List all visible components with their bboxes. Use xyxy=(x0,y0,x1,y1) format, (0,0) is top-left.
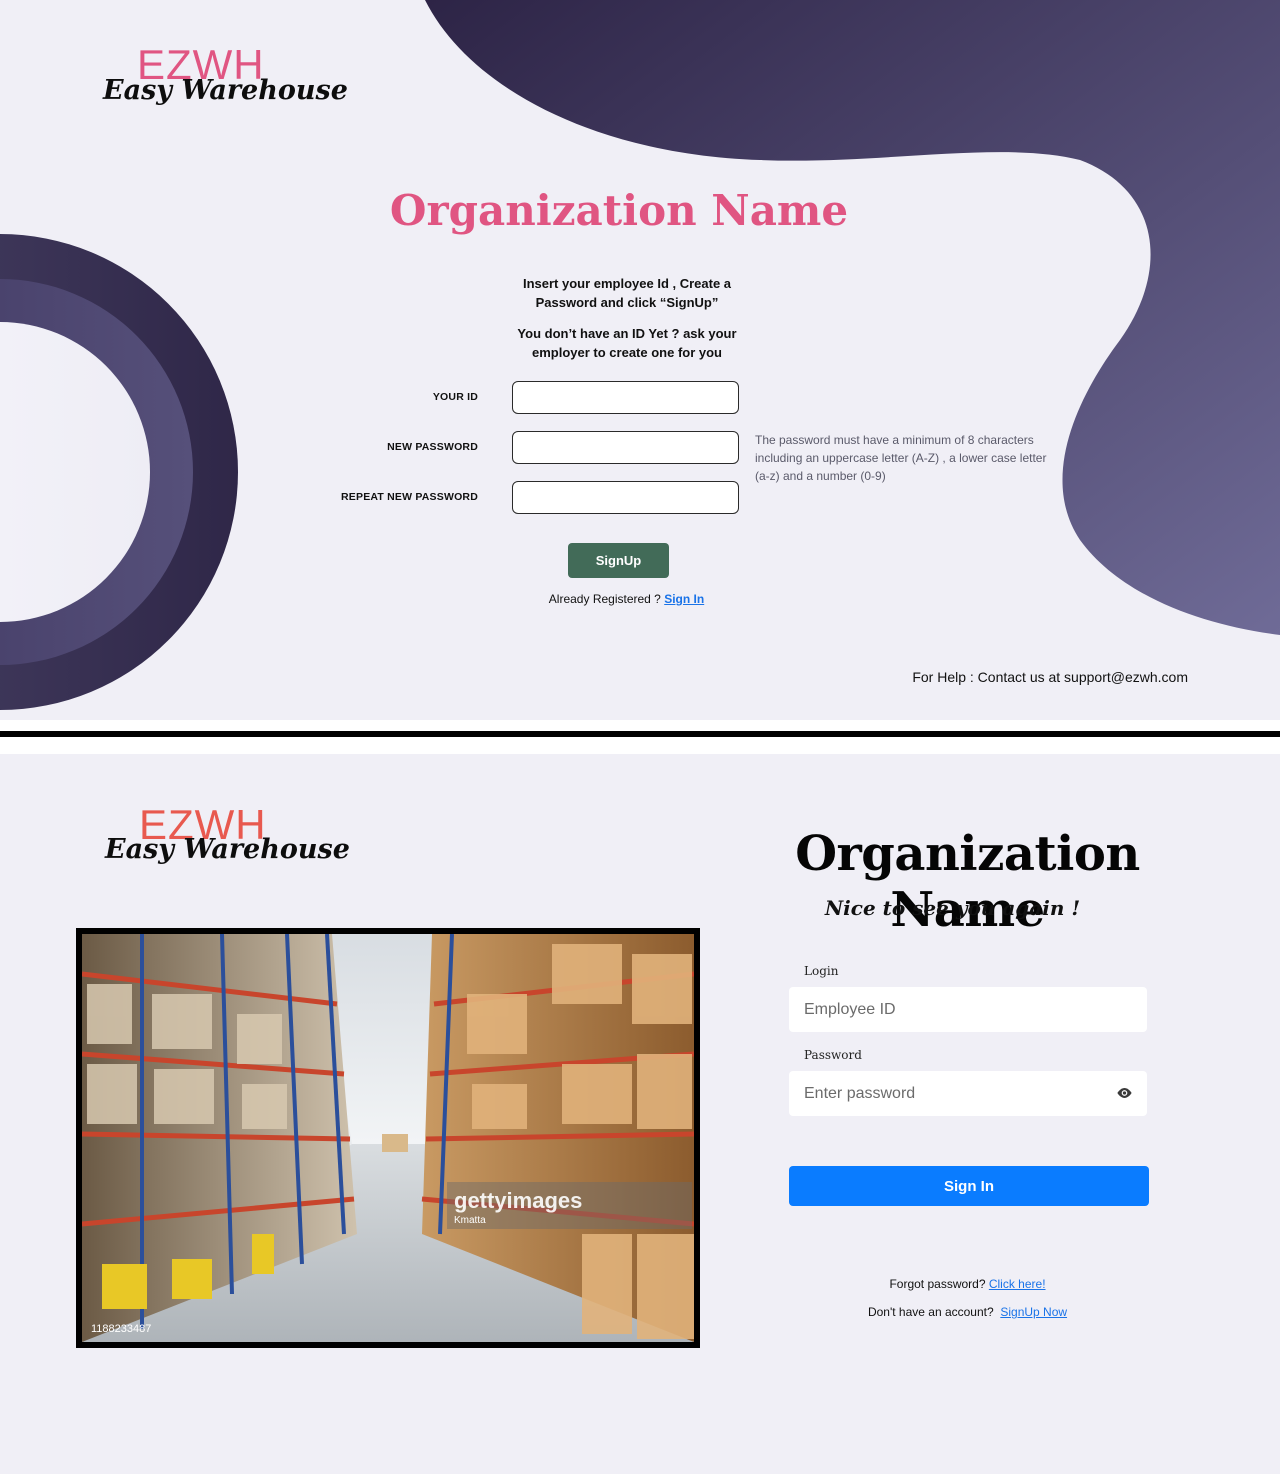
page-title: Organization Name xyxy=(795,826,1140,938)
help-contact: For Help : Contact us at support@ezwh.co… xyxy=(912,669,1188,685)
watermark-credit: Kmatta xyxy=(454,1215,486,1226)
signup-button[interactable]: SignUp xyxy=(568,543,669,578)
repeat-password-input[interactable] xyxy=(512,481,739,514)
password-label: Password xyxy=(804,1048,862,1062)
warehouse-photo-frame: gettyimages Kmatta 1188233487 xyxy=(76,928,700,1348)
new-password-label: NEW PASSWORD xyxy=(387,441,478,453)
sign-in-link[interactable]: Sign In xyxy=(664,592,704,606)
login-label: Login xyxy=(804,964,839,978)
logo-subtitle: Easy Warehouse xyxy=(105,834,350,865)
signup-no-id-note: You don’t have an ID Yet ? ask your empl… xyxy=(517,326,737,360)
image-id: 1188233487 xyxy=(91,1323,151,1335)
sign-in-button[interactable]: Sign In xyxy=(789,1166,1149,1206)
forgot-password-line: Forgot password? Click here! xyxy=(720,1277,1215,1291)
signup-panel: EZWH Easy Warehouse Organization Name In… xyxy=(0,0,1280,720)
signup-instructions: Insert your employee Id , Create a Passw… xyxy=(522,276,732,310)
signin-panel: EZWH Easy Warehouse gettyimages Kmatta 1… xyxy=(0,754,1280,1474)
no-account-line: Don't have an account? SignUp Now xyxy=(720,1305,1215,1319)
your-id-label: YOUR ID xyxy=(432,391,478,403)
page-title: Organization Name xyxy=(389,186,849,235)
section-divider xyxy=(0,731,1280,737)
your-id-input[interactable] xyxy=(512,381,739,414)
eye-icon[interactable] xyxy=(1116,1087,1133,1099)
forgot-password-link[interactable]: Click here! xyxy=(989,1277,1046,1291)
repeat-password-label: REPEAT NEW PASSWORD xyxy=(341,491,478,503)
password-hint: The password must have a minimum of 8 ch… xyxy=(755,433,1047,483)
top-right-blob xyxy=(425,0,1280,635)
new-password-input[interactable] xyxy=(512,431,739,464)
watermark-brand: gettyimages xyxy=(454,1188,582,1213)
forgot-password-text: Forgot password? xyxy=(889,1277,986,1291)
no-account-text: Don't have an account? xyxy=(867,1305,994,1319)
employee-id-input[interactable] xyxy=(789,987,1147,1032)
logo-subtitle: Easy Warehouse xyxy=(103,75,348,106)
already-registered-text: Already Registered ? xyxy=(548,592,661,606)
already-registered-line: Already Registered ? Sign In xyxy=(0,592,1253,606)
warehouse-photo: gettyimages Kmatta 1188233487 xyxy=(82,934,694,1342)
password-input[interactable] xyxy=(789,1071,1147,1116)
signup-now-link[interactable]: SignUp Now xyxy=(1000,1305,1067,1319)
welcome-message: Nice to see you again ! xyxy=(824,896,1081,920)
